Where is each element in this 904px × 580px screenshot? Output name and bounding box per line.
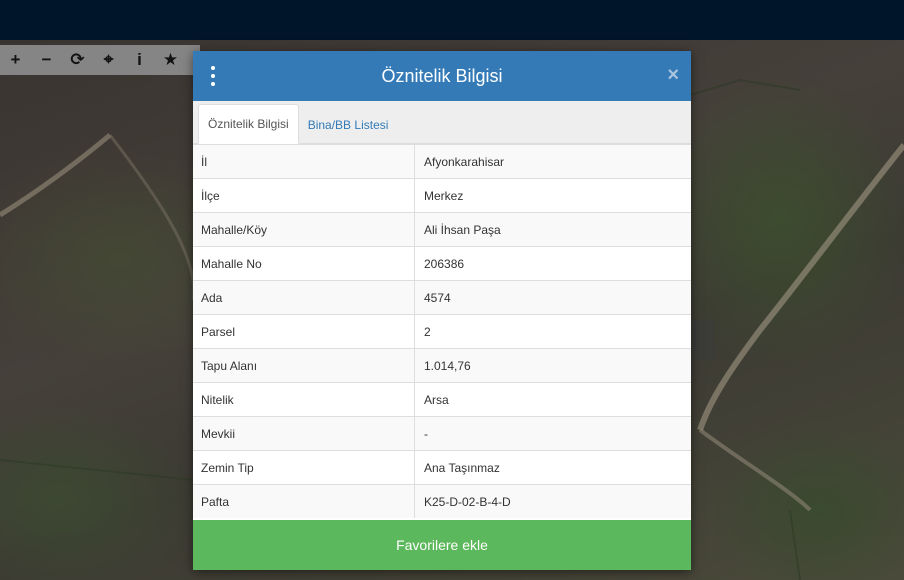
attribute-dialog: Öznitelik Bilgisi × Öznitelik Bilgisi Bi…: [193, 51, 691, 570]
dialog-title: Öznitelik Bilgisi: [381, 65, 503, 86]
row-value: 4574: [414, 280, 691, 315]
row-value: Arsa: [414, 382, 691, 417]
top-navbar: [0, 0, 904, 40]
row-key: İlçe: [193, 178, 415, 213]
zoom-in-icon[interactable]: +: [0, 45, 31, 75]
row-key: Tapu Alanı: [193, 348, 415, 383]
dialog-header: Öznitelik Bilgisi ×: [193, 51, 691, 101]
table-row: Mahalle/Köy Ali İhsan Paşa: [193, 212, 691, 247]
row-value: Afyonkarahisar: [414, 144, 691, 179]
row-key: İl: [193, 144, 415, 179]
row-value: K25-D-02-B-4-D: [414, 484, 691, 518]
row-value: 206386: [414, 246, 691, 281]
table-row: Pafta K25-D-02-B-4-D: [193, 484, 691, 518]
row-value: 1.014,76: [414, 348, 691, 383]
row-key: Ada: [193, 280, 415, 315]
table-row: İl Afyonkarahisar: [193, 144, 691, 179]
kebab-menu-icon[interactable]: [209, 66, 217, 86]
row-key: Zemin Tip: [193, 450, 415, 485]
row-value: 2: [414, 314, 691, 349]
refresh-icon[interactable]: ⟳: [62, 45, 93, 75]
row-key: Mahalle No: [193, 246, 415, 281]
table-row: Mahalle No 206386: [193, 246, 691, 281]
row-key: Parsel: [193, 314, 415, 349]
map-toolbar: + − ⟳ ⌖ i ★: [0, 45, 200, 75]
table-row: İlçe Merkez: [193, 178, 691, 213]
row-value: Ali İhsan Paşa: [414, 212, 691, 247]
row-key: Nitelik: [193, 382, 415, 417]
row-value: Merkez: [414, 178, 691, 213]
table-row: Ada 4574: [193, 280, 691, 315]
row-key: Mevkii: [193, 416, 415, 451]
table-row: Parsel 2: [193, 314, 691, 349]
table-row: Zemin Tip Ana Taşınmaz: [193, 450, 691, 485]
close-icon[interactable]: ×: [667, 65, 679, 85]
table-row: Nitelik Arsa: [193, 382, 691, 417]
tab-building-list[interactable]: Bina/BB Listesi: [299, 106, 398, 144]
table-row: Mevkii -: [193, 416, 691, 451]
crosshair-icon[interactable]: ⌖: [93, 45, 124, 75]
tab-attribute-info[interactable]: Öznitelik Bilgisi: [198, 104, 299, 144]
info-icon[interactable]: i: [124, 45, 155, 75]
row-value: -: [414, 416, 691, 451]
zoom-out-icon[interactable]: −: [31, 45, 62, 75]
row-key: Mahalle/Köy: [193, 212, 415, 247]
add-to-favorites-button[interactable]: Favorilere ekle: [193, 520, 691, 570]
table-row: Tapu Alanı 1.014,76: [193, 348, 691, 383]
row-value: Ana Taşınmaz: [414, 450, 691, 485]
tab-bar: Öznitelik Bilgisi Bina/BB Listesi: [193, 101, 691, 144]
attribute-table: İl Afyonkarahisar İlçe Merkez Mahalle/Köy A…: [193, 144, 691, 518]
star-icon[interactable]: ★: [155, 45, 186, 75]
row-key: Pafta: [193, 484, 415, 518]
